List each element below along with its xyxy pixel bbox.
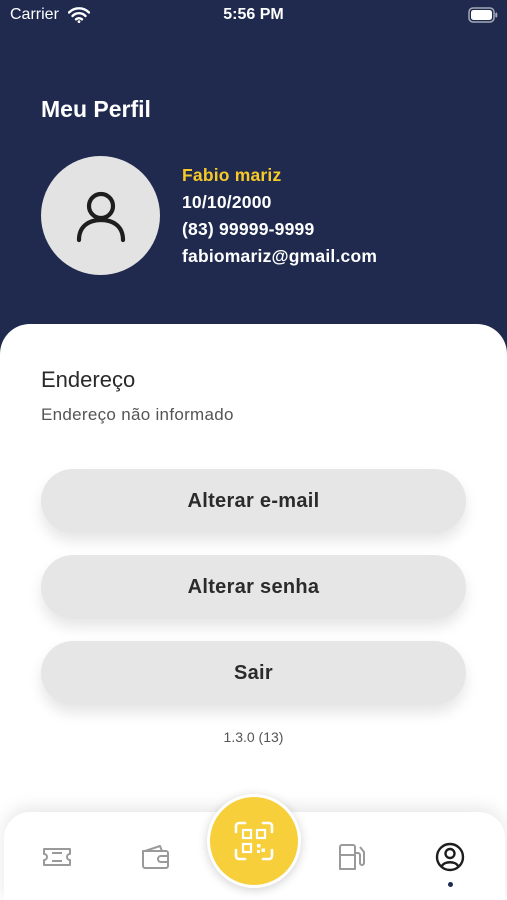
status-bar: Carrier 5:56 PM [0, 0, 507, 32]
address-value: Endereço não informado [41, 405, 234, 424]
tab-wallet[interactable] [135, 840, 175, 874]
profile-name: Fabio mariz [182, 165, 282, 185]
profile-email: fabiomariz@gmail.com [182, 246, 378, 266]
battery-icon [468, 7, 498, 23]
profile-info: Fabio mariz 10/10/2000 (83) 99999-9999 f… [182, 164, 377, 272]
logout-button[interactable]: Sair [41, 641, 466, 705]
avatar [41, 156, 160, 275]
change-email-button[interactable]: Alterar e-mail [41, 469, 466, 533]
qr-scan-button[interactable] [207, 794, 301, 888]
tab-profile[interactable] [430, 840, 470, 874]
tab-tickets[interactable] [37, 840, 77, 874]
profile-birthdate: 10/10/2000 [182, 192, 272, 212]
status-time: 5:56 PM [223, 6, 284, 23]
profile-phone: (83) 99999-9999 [182, 219, 315, 239]
change-password-button[interactable]: Alterar senha [41, 555, 466, 619]
app-version: 1.3.0 (13) [223, 729, 284, 745]
ticket-icon [43, 848, 71, 866]
address-title: Endereço [41, 367, 136, 392]
tab-fuel[interactable] [332, 840, 372, 874]
fuel-pump-icon [339, 844, 365, 870]
user-circle-icon [435, 842, 465, 872]
qr-scan-icon [234, 821, 274, 861]
user-icon [76, 191, 125, 242]
wallet-icon [142, 845, 169, 869]
active-tab-indicator [448, 882, 453, 887]
page-title: Meu Perfil [41, 96, 151, 122]
